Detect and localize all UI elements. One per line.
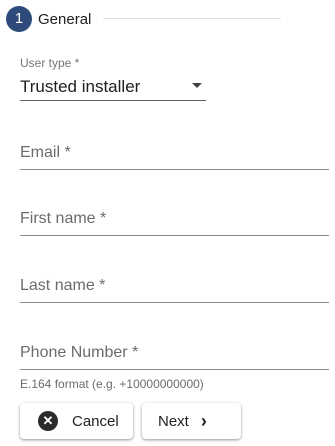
email-placeholder: Email * xyxy=(20,144,71,161)
next-label: Next xyxy=(158,412,189,430)
phone-number-placeholder: Phone Number * xyxy=(20,344,139,361)
chevron-right-icon: › xyxy=(200,410,207,431)
close-circle-icon: ✕ xyxy=(38,411,58,431)
phone-number-field[interactable]: Phone Number * xyxy=(20,341,329,370)
user-type-label: User type * xyxy=(20,56,80,70)
cancel-button[interactable]: ✕ Cancel xyxy=(20,403,133,439)
step-connector-line xyxy=(103,18,281,19)
user-type-dropdown[interactable]: Trusted installer xyxy=(20,70,206,101)
last-name-field[interactable]: Last name * xyxy=(20,274,329,303)
step-header: 1 General xyxy=(6,6,281,32)
email-field[interactable]: Email * xyxy=(20,141,329,170)
user-type-value: Trusted installer xyxy=(20,77,141,96)
dropdown-arrow-icon[interactable] xyxy=(192,83,202,88)
first-name-placeholder: First name * xyxy=(20,210,107,227)
step-number-badge: 1 xyxy=(6,6,32,32)
first-name-field[interactable]: First name * xyxy=(20,207,329,236)
phone-helper-text: E.164 format (e.g. +10000000000) xyxy=(20,377,204,391)
user-type-select[interactable]: User type * Trusted installer xyxy=(20,56,206,101)
cancel-label: Cancel xyxy=(72,412,119,430)
next-button[interactable]: Next › xyxy=(142,403,241,439)
step-title: General xyxy=(38,11,92,28)
last-name-placeholder: Last name * xyxy=(20,277,106,294)
